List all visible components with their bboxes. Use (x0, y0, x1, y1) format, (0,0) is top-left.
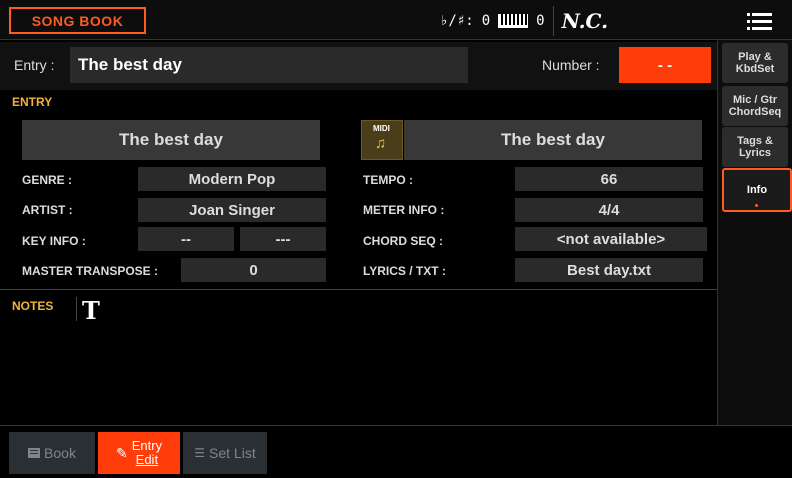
tab-entry-edit-label-1: Entry (131, 438, 163, 453)
song-book-tab[interactable]: SONG BOOK (9, 7, 146, 34)
header-divider (552, 6, 554, 36)
list-icon: ☰ (194, 446, 206, 460)
lyrics-txt-field[interactable]: Best day.txt (515, 258, 703, 282)
tab-entry-edit[interactable]: ✎ Entry Edit (98, 432, 180, 474)
status-area: ♭/♯: 0 0 N.C. (440, 6, 609, 36)
number-field[interactable]: - - (619, 47, 711, 83)
music-note-icon: ♫ (375, 135, 387, 152)
key-info-field-2[interactable]: --- (240, 227, 326, 251)
tab-mic-gtr-chordseq[interactable]: Mic / Gtr ChordSeq (722, 86, 788, 126)
midi-file-icon[interactable]: MIDI ♫ (361, 120, 403, 160)
tab-book[interactable]: Book (9, 432, 95, 474)
master-transpose-label: MASTER TRANSPOSE : (22, 264, 159, 278)
lyrics-txt-label: LYRICS / TXT : (363, 264, 446, 278)
meter-info-field[interactable]: 4/4 (515, 198, 703, 222)
number-label: Number : (542, 57, 600, 73)
tempo-label: TEMPO : (363, 173, 413, 187)
notes-section[interactable] (0, 289, 717, 425)
entry-name-field[interactable]: The best day (70, 47, 468, 83)
master-transpose-field[interactable]: 0 (181, 258, 326, 282)
book-icon (28, 448, 41, 458)
tab-info[interactable]: Info (722, 168, 792, 212)
notes-divider (76, 297, 77, 321)
menu-button[interactable] (742, 7, 782, 35)
artist-field[interactable]: Joan Singer (138, 198, 326, 222)
key-info-field-1[interactable]: -- (138, 227, 234, 251)
accidental-value: 0 (481, 13, 491, 29)
tab-set-list-label: Set List (209, 445, 256, 461)
notes-section-header: NOTES (12, 299, 54, 313)
current-chord: N.C. (561, 9, 609, 33)
midi-label: MIDI (373, 124, 390, 133)
chord-seq-label: CHORD SEQ : (363, 234, 444, 248)
key-info-label: KEY INFO : (22, 234, 86, 248)
song-title-box[interactable]: The best day (22, 120, 320, 160)
artist-label: ARTIST : (22, 203, 73, 217)
keyboard-icon (498, 14, 529, 28)
meter-info-label: METER INFO : (363, 203, 445, 217)
accidental-label: ♭/♯: (440, 13, 474, 29)
pencil-icon: ✎ (115, 444, 128, 461)
keyboard-value: 0 (536, 13, 545, 29)
tab-tags-lyrics[interactable]: Tags & Lyrics (722, 127, 788, 167)
chord-seq-field[interactable]: <not available> (515, 227, 707, 251)
tab-entry-edit-label-2: Edit (135, 452, 159, 467)
entry-section-header: ENTRY (12, 95, 53, 109)
entry-label: Entry : (14, 57, 55, 73)
tab-play-kbdset[interactable]: Play & KbdSet (722, 43, 788, 83)
genre-field[interactable]: Modern Pop (138, 167, 326, 191)
tab-set-list[interactable]: ☰ Set List (183, 432, 267, 474)
midi-title-box[interactable]: The best day (404, 120, 702, 160)
text-format-icon[interactable]: T (82, 296, 100, 325)
tempo-field[interactable]: 66 (515, 167, 703, 191)
genre-label: GENRE : (22, 173, 73, 187)
tab-book-label: Book (44, 445, 76, 461)
menu-icon (747, 12, 772, 16)
